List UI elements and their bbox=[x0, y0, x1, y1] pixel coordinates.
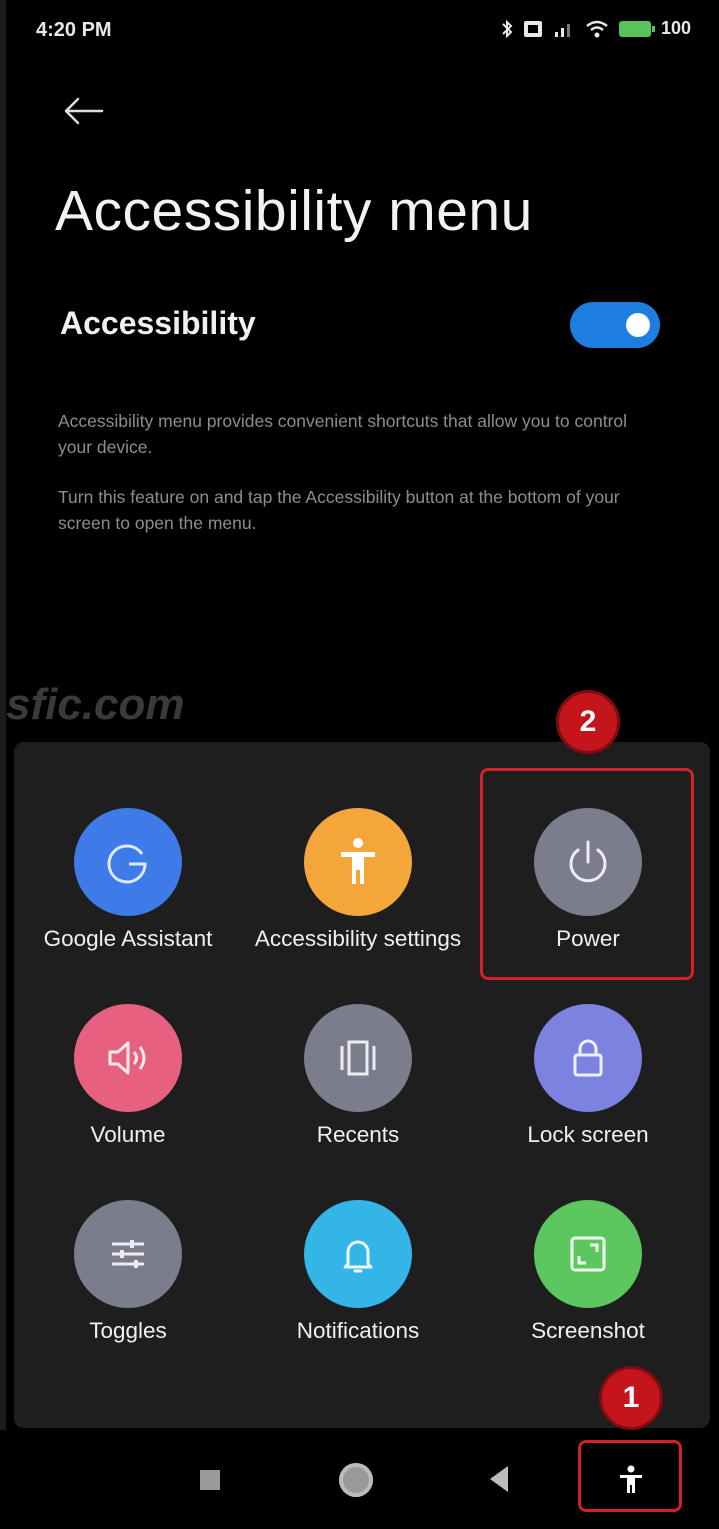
tile-label: Notifications bbox=[296, 1318, 420, 1343]
screenshot-tile[interactable]: Screenshot bbox=[478, 1200, 698, 1380]
tile-label: Recents bbox=[316, 1122, 400, 1147]
page-title: Accessibility menu bbox=[55, 179, 533, 243]
bluetooth-icon bbox=[502, 19, 513, 38]
google-assistant-tile[interactable]: Google Assistant bbox=[18, 808, 238, 988]
description-paragraph-1: Accessibility menu provides convenient s… bbox=[58, 411, 628, 457]
screenshot-icon bbox=[534, 1200, 642, 1308]
accessibility-settings-tile[interactable]: Accessibility settings bbox=[248, 808, 468, 988]
step-badge-2: 2 bbox=[556, 690, 620, 754]
recents-icon bbox=[304, 1004, 412, 1112]
google-g-icon bbox=[74, 808, 182, 916]
volume-icon bbox=[74, 1004, 182, 1112]
arrow-left-icon bbox=[64, 97, 104, 125]
accessibility-toggle[interactable] bbox=[570, 302, 660, 348]
sim-icon bbox=[523, 20, 542, 37]
volume-tile[interactable]: Volume bbox=[18, 1004, 238, 1184]
triangle-back-icon[interactable] bbox=[490, 1466, 508, 1492]
circle-icon[interactable] bbox=[339, 1463, 373, 1497]
description-paragraph-2: Turn this feature on and tap the Accessi… bbox=[58, 487, 620, 533]
tile-label: Volume bbox=[90, 1122, 166, 1147]
lock-screen-tile[interactable]: Lock screen bbox=[478, 1004, 698, 1184]
recents-tile[interactable]: Recents bbox=[248, 1004, 468, 1184]
toggles-tile[interactable]: Toggles bbox=[18, 1200, 238, 1380]
toggles-icon bbox=[74, 1200, 182, 1308]
tile-label: Toggles bbox=[89, 1318, 167, 1343]
toggle-knob bbox=[626, 313, 650, 337]
tile-label: Accessibility settings bbox=[254, 926, 462, 951]
left-edge bbox=[0, 0, 6, 1529]
accessibility-person-icon bbox=[304, 808, 412, 916]
status-icons: 100 bbox=[501, 18, 691, 39]
square-icon[interactable] bbox=[200, 1470, 220, 1490]
accessibility-setting-label: Accessibility bbox=[60, 305, 256, 341]
status-bar: 4:20 PM 100 bbox=[0, 0, 719, 62]
battery-icon bbox=[618, 20, 655, 37]
signal-icon bbox=[554, 23, 570, 37]
wifi-icon bbox=[586, 20, 608, 37]
back-button[interactable] bbox=[58, 86, 108, 136]
watermark: sfic.com bbox=[6, 680, 185, 729]
accessibility-button-highlight-box bbox=[578, 1440, 682, 1512]
lock-icon bbox=[534, 1004, 642, 1112]
status-time: 4:20 PM bbox=[36, 19, 112, 41]
tile-label: Lock screen bbox=[527, 1122, 649, 1147]
bell-icon bbox=[304, 1200, 412, 1308]
step-badge-1: 1 bbox=[599, 1366, 663, 1430]
battery-level: 100 bbox=[660, 18, 691, 38]
notifications-tile[interactable]: Notifications bbox=[248, 1200, 468, 1380]
tile-label: Google Assistant bbox=[43, 926, 213, 951]
power-highlight-box bbox=[480, 768, 694, 980]
tile-label: Screenshot bbox=[531, 1318, 645, 1343]
